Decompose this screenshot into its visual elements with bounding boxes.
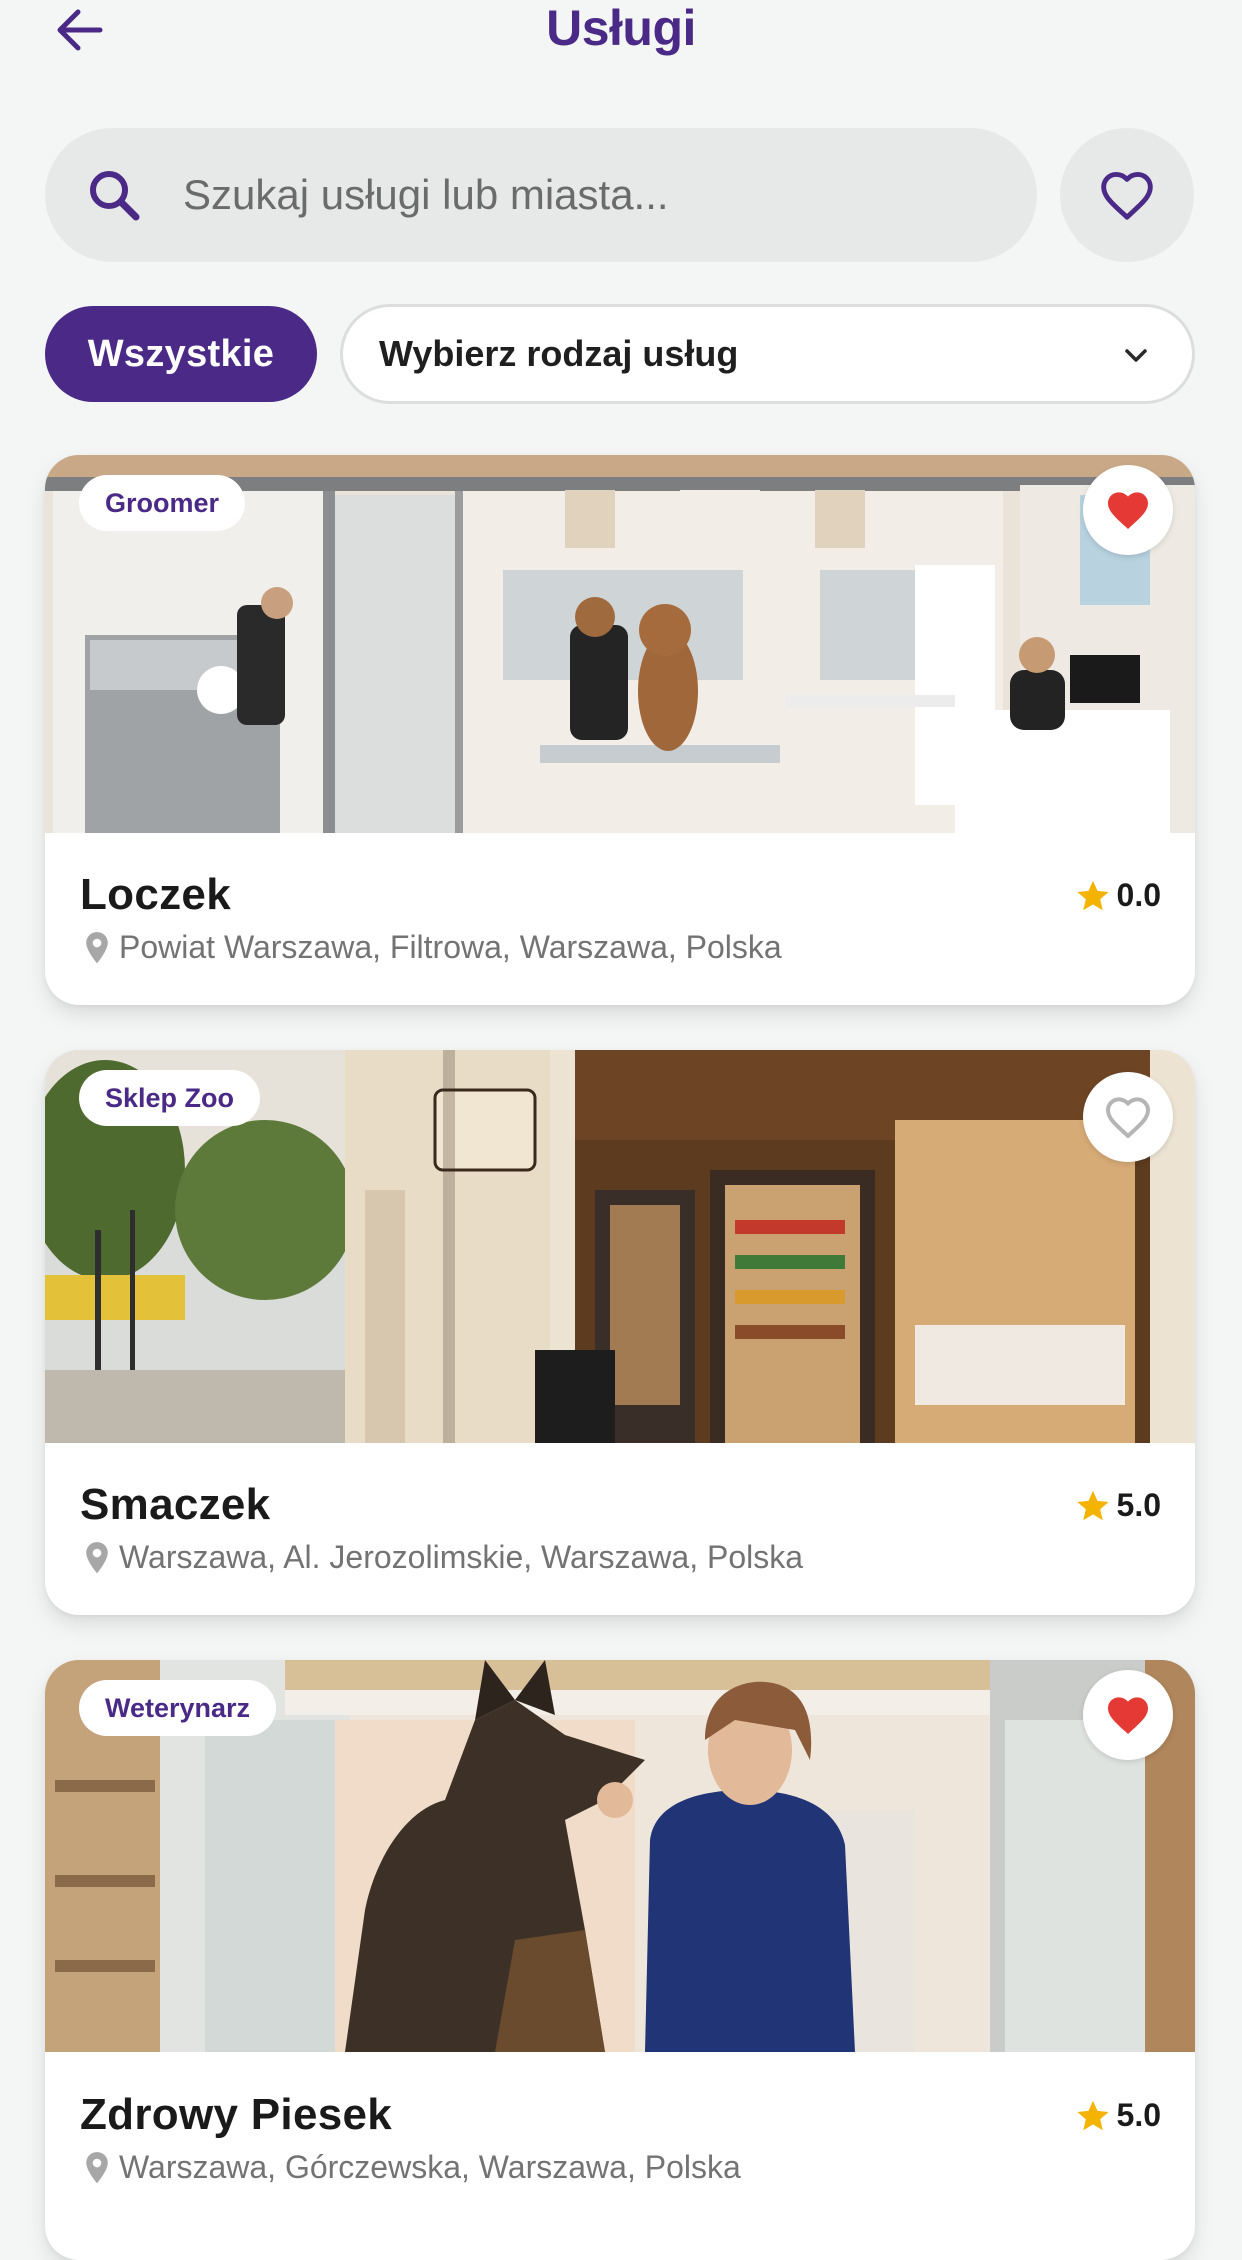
address-text: Powiat Warszawa, Filtrowa, Warszawa, Pol… xyxy=(119,929,782,965)
heart-outline-icon xyxy=(1106,1097,1150,1138)
address-text: Warszawa, Al. Jerozolimskie, Warszawa, P… xyxy=(119,1539,804,1575)
service-address: Warszawa, Al. Jerozolimskie, Warszawa, P… xyxy=(83,1539,803,1576)
star-icon xyxy=(1076,2100,1109,2130)
heart-outline-icon xyxy=(1101,172,1153,220)
chevron-down-icon xyxy=(1125,349,1147,362)
favorite-button[interactable] xyxy=(1083,1670,1173,1760)
heart-filled-icon xyxy=(1108,492,1148,529)
location-pin-icon xyxy=(86,931,108,963)
service-image: Sklep Zoo xyxy=(45,1050,1195,1443)
rating-value: 5.0 xyxy=(1116,2097,1161,2133)
location-pin-icon xyxy=(86,2151,108,2183)
search-bar xyxy=(45,128,1037,262)
address-text: Warszawa, Górczewska, Warszawa, Polska xyxy=(119,2149,741,2185)
service-image: Weterynarz xyxy=(45,1660,1195,2052)
service-card[interactable]: Weterynarz Zdrowy Piesek 5.0 Warszawa, G… xyxy=(45,1660,1195,2260)
favorite-button[interactable] xyxy=(1083,465,1173,555)
service-card[interactable]: Groomer Loczek 0.0 Powiat Warszawa, Filt… xyxy=(45,455,1195,1005)
service-name: Loczek xyxy=(80,870,231,919)
category-badge: Sklep Zoo xyxy=(79,1070,261,1126)
service-address: Warszawa, Górczewska, Warszawa, Polska xyxy=(83,2149,741,2186)
star-icon xyxy=(1076,1490,1109,1520)
service-name: Smaczek xyxy=(80,1480,271,1529)
filter-chip-all[interactable]: Wszystkie xyxy=(45,306,317,402)
star-icon xyxy=(1076,880,1109,910)
service-name: Zdrowy Piesek xyxy=(80,2090,393,2139)
location-pin-icon xyxy=(86,1541,108,1573)
category-badge: Weterynarz xyxy=(79,1680,277,1736)
heart-filled-icon xyxy=(1108,1697,1148,1734)
service-type-select[interactable]: Wybierz rodzaj usług xyxy=(340,304,1195,404)
page-title: Usługi xyxy=(546,0,696,56)
rating-value: 5.0 xyxy=(1116,1487,1161,1523)
service-rating: 5.0 xyxy=(1075,1487,1161,1524)
service-type-select-label: Wybierz rodzaj usług xyxy=(379,333,739,374)
rating-value: 0.0 xyxy=(1116,877,1161,913)
service-rating: 5.0 xyxy=(1075,2097,1161,2134)
favorites-filter-button[interactable] xyxy=(1060,128,1194,262)
category-badge: Groomer xyxy=(79,475,246,531)
favorite-button[interactable] xyxy=(1083,1072,1173,1162)
service-address: Powiat Warszawa, Filtrowa, Warszawa, Pol… xyxy=(83,929,782,966)
search-input[interactable] xyxy=(181,128,1001,262)
header: Usługi xyxy=(0,0,1242,110)
service-card[interactable]: Sklep Zoo Smaczek 5.0 Warszawa, Al. Jero… xyxy=(45,1050,1195,1615)
service-rating: 0.0 xyxy=(1075,877,1161,914)
service-image: Groomer xyxy=(45,455,1195,833)
search-icon xyxy=(90,171,140,221)
